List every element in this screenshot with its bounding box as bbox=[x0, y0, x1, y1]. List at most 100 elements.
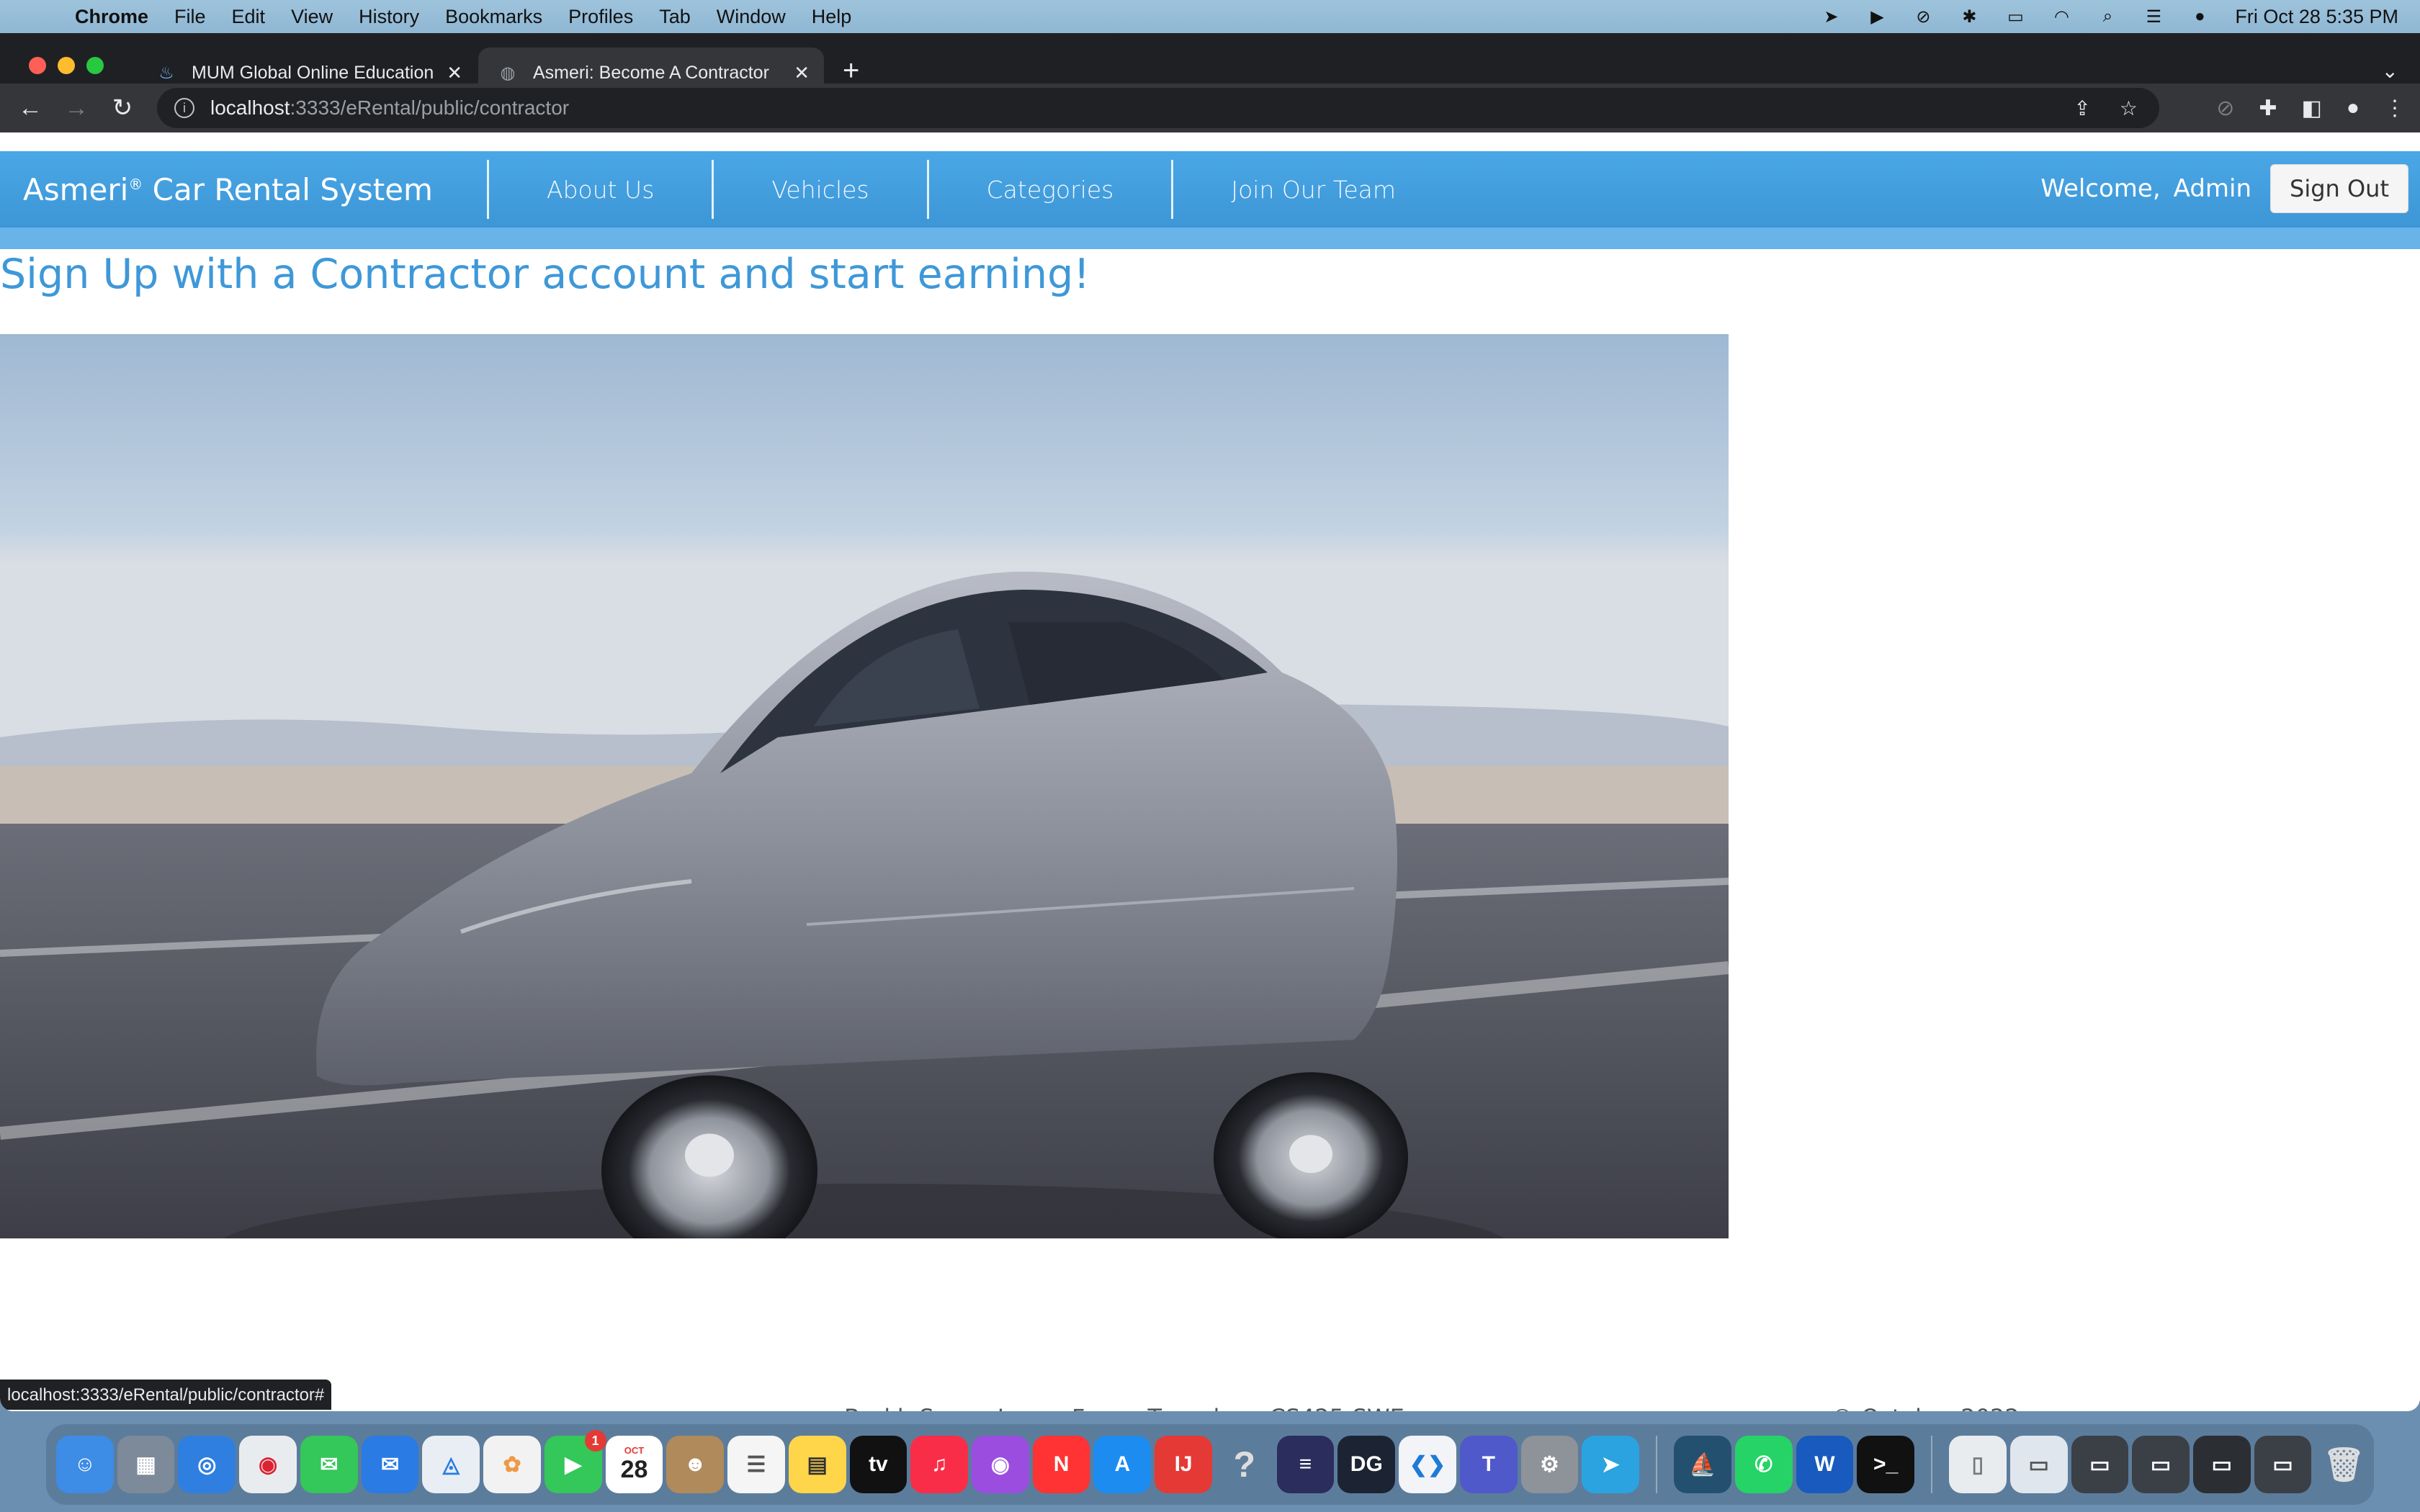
profile-avatar-icon[interactable]: ● bbox=[2347, 96, 2360, 120]
app-store-icon[interactable]: A bbox=[1093, 1436, 1152, 1493]
notes-icon[interactable]: ▤ bbox=[788, 1436, 846, 1493]
menu-edit[interactable]: Edit bbox=[232, 6, 266, 28]
sign-out-button[interactable]: Sign Out bbox=[2270, 164, 2408, 213]
share-icon[interactable]: ⇪ bbox=[2074, 96, 2090, 120]
close-tab-icon[interactable]: ✕ bbox=[447, 62, 462, 84]
app-menu[interactable]: Chrome bbox=[75, 6, 148, 28]
chrome-icon[interactable]: ◉ bbox=[239, 1436, 297, 1493]
music-icon[interactable]: ♫ bbox=[910, 1436, 969, 1493]
url-path: :3333/eRental/public/contractor bbox=[290, 96, 570, 119]
menubar-clock[interactable]: Fri Oct 28 5:35 PM bbox=[2235, 6, 2398, 28]
teams-icon[interactable]: T bbox=[1459, 1436, 1518, 1493]
minimized-window-icon[interactable]: ▭ bbox=[2071, 1436, 2129, 1493]
apple-tv-icon[interactable]: tv bbox=[849, 1436, 908, 1493]
web-page: Asmeri® Car Rental System About Us Vehic… bbox=[0, 151, 2420, 1411]
address-bar[interactable]: i localhost:3333/eRental/public/contract… bbox=[157, 88, 2159, 128]
menu-view[interactable]: View bbox=[291, 6, 333, 28]
tab-strip: ♨ MUM Global Online Education ✕ ◍ Asmeri… bbox=[0, 33, 2420, 132]
wifi-icon[interactable]: ◠ bbox=[2051, 7, 2072, 27]
user-area: Welcome, Admin Sign Out bbox=[2040, 164, 2408, 213]
play-status-icon[interactable]: ▶ bbox=[1866, 7, 1888, 27]
car-illustration bbox=[0, 334, 1729, 1238]
minimize-window-button[interactable] bbox=[58, 57, 75, 74]
mail-icon[interactable]: ✉ bbox=[361, 1436, 419, 1493]
browser-toolbar: ← → ↻ i localhost:3333/eRental/public/co… bbox=[0, 84, 2420, 132]
system-preferences-icon[interactable]: ⚙ bbox=[1520, 1436, 1579, 1493]
menu-bookmarks[interactable]: Bookmarks bbox=[445, 6, 542, 28]
facetime-badge: 1 bbox=[584, 1430, 606, 1452]
camera-off-icon[interactable]: ⊘ bbox=[1912, 7, 1934, 27]
intellij-icon[interactable]: IJ bbox=[1155, 1436, 1212, 1493]
toolbar-actions: ⊘ ✚ ◧ ● ⋮ bbox=[2216, 84, 2406, 132]
minimized-window-icon[interactable]: ▭ bbox=[2132, 1436, 2190, 1493]
launchpad-icon[interactable]: ▦ bbox=[117, 1436, 175, 1493]
site-navbar: Asmeri® Car Rental System About Us Vehic… bbox=[0, 151, 2420, 228]
control-center-icon[interactable]: ☰ bbox=[2143, 7, 2164, 27]
menu-profiles[interactable]: Profiles bbox=[568, 6, 633, 28]
extensions-puzzle-icon[interactable]: ✚ bbox=[2259, 96, 2277, 121]
chrome-menu-icon[interactable]: ⋮ bbox=[2384, 96, 2406, 121]
terminal-icon[interactable]: >_ bbox=[1857, 1436, 1915, 1493]
navbar-bottom-strip bbox=[0, 228, 2420, 249]
menu-file[interactable]: File bbox=[174, 6, 206, 28]
podcasts-icon[interactable]: ◉ bbox=[972, 1436, 1029, 1493]
welcome-text: Welcome, Admin bbox=[2040, 174, 2252, 203]
news-icon[interactable]: N bbox=[1032, 1436, 1090, 1493]
finder-icon[interactable]: ☺ bbox=[56, 1436, 114, 1493]
bookmark-star-icon[interactable]: ☆ bbox=[2120, 96, 2138, 120]
safari-icon[interactable]: ◎ bbox=[178, 1436, 236, 1493]
battery-icon[interactable]: ▭ bbox=[2004, 7, 2026, 27]
nav-about-us[interactable]: About Us bbox=[487, 160, 712, 219]
contacts-icon[interactable]: ☻ bbox=[666, 1436, 725, 1493]
menu-help[interactable]: Help bbox=[812, 6, 852, 28]
messages-icon[interactable]: ✉ bbox=[300, 1436, 358, 1493]
mysql-workbench-icon[interactable]: ⛵ bbox=[1674, 1436, 1731, 1493]
footer-copyright: © October 2022 bbox=[1831, 1404, 2020, 1411]
maps-icon[interactable]: ◬ bbox=[422, 1436, 480, 1493]
side-panel-icon[interactable]: ◧ bbox=[2302, 96, 2322, 121]
new-tab-button[interactable]: + bbox=[843, 56, 859, 85]
bluetooth-icon[interactable]: ✱ bbox=[1958, 7, 1980, 27]
close-window-button[interactable] bbox=[29, 57, 46, 74]
menu-window[interactable]: Window bbox=[717, 6, 786, 28]
footer-authors: Brukh Seaye Isaac, Feven Tewodros. CS425… bbox=[844, 1404, 1404, 1411]
minimized-window-icon[interactable]: ▭ bbox=[2254, 1436, 2312, 1493]
browser-window: ♨ MUM Global Online Education ✕ ◍ Asmeri… bbox=[0, 33, 2420, 1411]
telegram-status-icon[interactable]: ➤ bbox=[1820, 7, 1842, 27]
help-question-icon[interactable]: ? bbox=[1216, 1436, 1273, 1493]
site-info-icon[interactable]: i bbox=[174, 98, 194, 118]
minimized-window-icon[interactable]: ▭ bbox=[2192, 1436, 2251, 1493]
calendar-icon[interactable]: OCT 28 bbox=[605, 1436, 663, 1493]
menubar-status-area: ➤ ▶ ⊘ ✱ ▭ ◠ ⌕ ☰ ● Fri Oct 28 5:35 PM bbox=[1820, 0, 2398, 33]
window-controls bbox=[29, 57, 104, 74]
macos-dock: ☺ ▦ ◎ ◉ ✉ ✉ ◬ ✿ ▶ 1 OCT 28 ☻ ☰ ▤ tv ♫ ◉ N … bbox=[46, 1424, 2374, 1505]
spotlight-search-icon[interactable]: ⌕ bbox=[2097, 6, 2118, 26]
telegram-icon[interactable]: ➤ bbox=[1582, 1436, 1640, 1493]
siri-icon[interactable]: ● bbox=[2189, 6, 2210, 26]
document-icon[interactable]: ▯ bbox=[1949, 1436, 2007, 1493]
photos-icon[interactable]: ✿ bbox=[483, 1436, 541, 1493]
reminders-icon[interactable]: ☰ bbox=[727, 1436, 785, 1493]
dock-separator bbox=[1656, 1436, 1658, 1493]
datagrip-icon[interactable]: DG bbox=[1337, 1436, 1396, 1493]
menu-tab[interactable]: Tab bbox=[659, 6, 691, 28]
minimized-window-icon[interactable]: ▭ bbox=[2009, 1436, 2068, 1493]
eclipse-icon[interactable]: ≡ bbox=[1276, 1436, 1335, 1493]
vscode-icon[interactable]: ❮❯ bbox=[1399, 1436, 1456, 1493]
facetime-icon[interactable]: ▶ 1 bbox=[544, 1430, 606, 1493]
zoom-window-button[interactable] bbox=[86, 57, 104, 74]
trash-icon[interactable]: 🗑 bbox=[2315, 1436, 2372, 1493]
nav-categories[interactable]: Categories bbox=[926, 160, 1172, 219]
reload-icon[interactable]: ↻ bbox=[99, 94, 145, 122]
menu-history[interactable]: History bbox=[359, 6, 419, 28]
tab-search-chevron-icon[interactable]: ⌄ bbox=[2382, 59, 2398, 83]
nav-join-our-team[interactable]: Join Our Team bbox=[1171, 160, 1453, 219]
extension-disabled-icon[interactable]: ⊘ bbox=[2216, 96, 2234, 121]
word-icon[interactable]: W bbox=[1796, 1436, 1854, 1493]
site-brand[interactable]: Asmeri® Car Rental System bbox=[23, 172, 487, 207]
nav-vehicles[interactable]: Vehicles bbox=[712, 160, 926, 219]
close-tab-icon[interactable]: ✕ bbox=[794, 62, 810, 84]
forward-arrow-icon[interactable]: → bbox=[53, 94, 99, 122]
whatsapp-icon[interactable]: ✆ bbox=[1734, 1436, 1793, 1493]
back-arrow-icon[interactable]: ← bbox=[7, 94, 53, 122]
